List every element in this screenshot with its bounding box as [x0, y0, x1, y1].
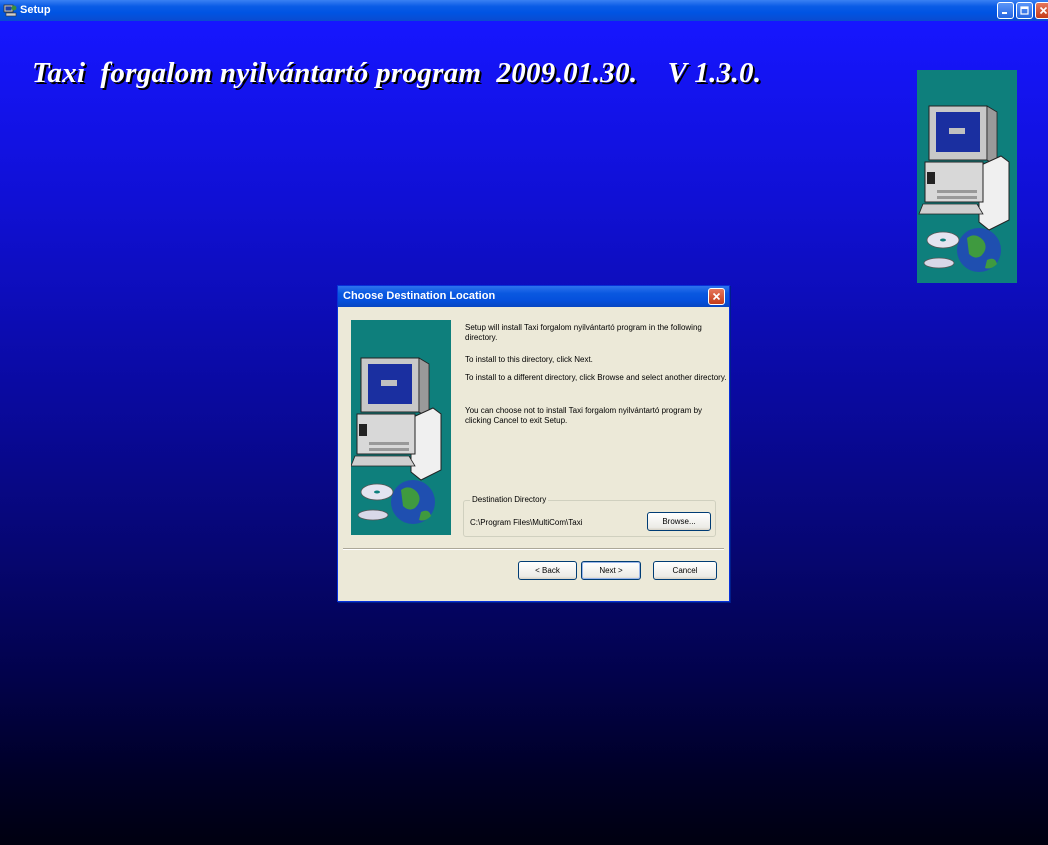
window-title: Setup	[20, 4, 51, 16]
window-titlebar[interactable]: Setup	[0, 0, 1048, 21]
destination-path: C:\Program Files\MultiCom\Taxi	[470, 518, 583, 527]
button-separator	[343, 548, 724, 550]
cancel-button[interactable]: Cancel	[653, 561, 717, 580]
minimize-icon	[1002, 12, 1007, 14]
browse-button[interactable]: Browse...	[647, 512, 711, 531]
close-button[interactable]	[1035, 2, 1048, 19]
destination-directory-group: Destination Directory C:\Program Files\M…	[463, 495, 716, 537]
intro-text: Setup will install Taxi forgalom nyilván…	[465, 323, 702, 342]
dialog-titlebar[interactable]: Choose Destination Location	[338, 286, 729, 307]
minimize-button[interactable]	[997, 2, 1014, 19]
browse-hint-text: To install to a different directory, cli…	[465, 373, 727, 382]
next-hint-text: To install to this directory, click Next…	[465, 355, 593, 364]
next-button[interactable]: Next >	[581, 561, 641, 580]
close-icon	[1039, 6, 1048, 15]
destination-directory-label: Destination Directory	[470, 495, 549, 504]
setup-app-icon	[3, 4, 17, 17]
product-banner: Taxi forgalom nyilvántartó program 2009.…	[32, 57, 762, 89]
close-icon	[712, 292, 721, 301]
maximize-button[interactable]	[1016, 2, 1033, 19]
setup-background: Taxi forgalom nyilvántartó program 2009.…	[0, 21, 1048, 845]
computer-globe-art	[917, 70, 1017, 283]
cancel-hint-text: You can choose not to install Taxi forga…	[465, 406, 703, 425]
maximize-icon	[1020, 6, 1029, 15]
computer-globe-art	[350, 320, 451, 535]
back-button[interactable]: < Back	[518, 561, 577, 580]
dialog-close-button[interactable]	[708, 288, 725, 305]
dialog-title: Choose Destination Location	[343, 290, 496, 302]
setup-window: Setup Taxi forgalom nyilvántartó program…	[0, 0, 1048, 845]
choose-destination-dialog: Choose Destination Location Setup will i…	[337, 285, 730, 602]
